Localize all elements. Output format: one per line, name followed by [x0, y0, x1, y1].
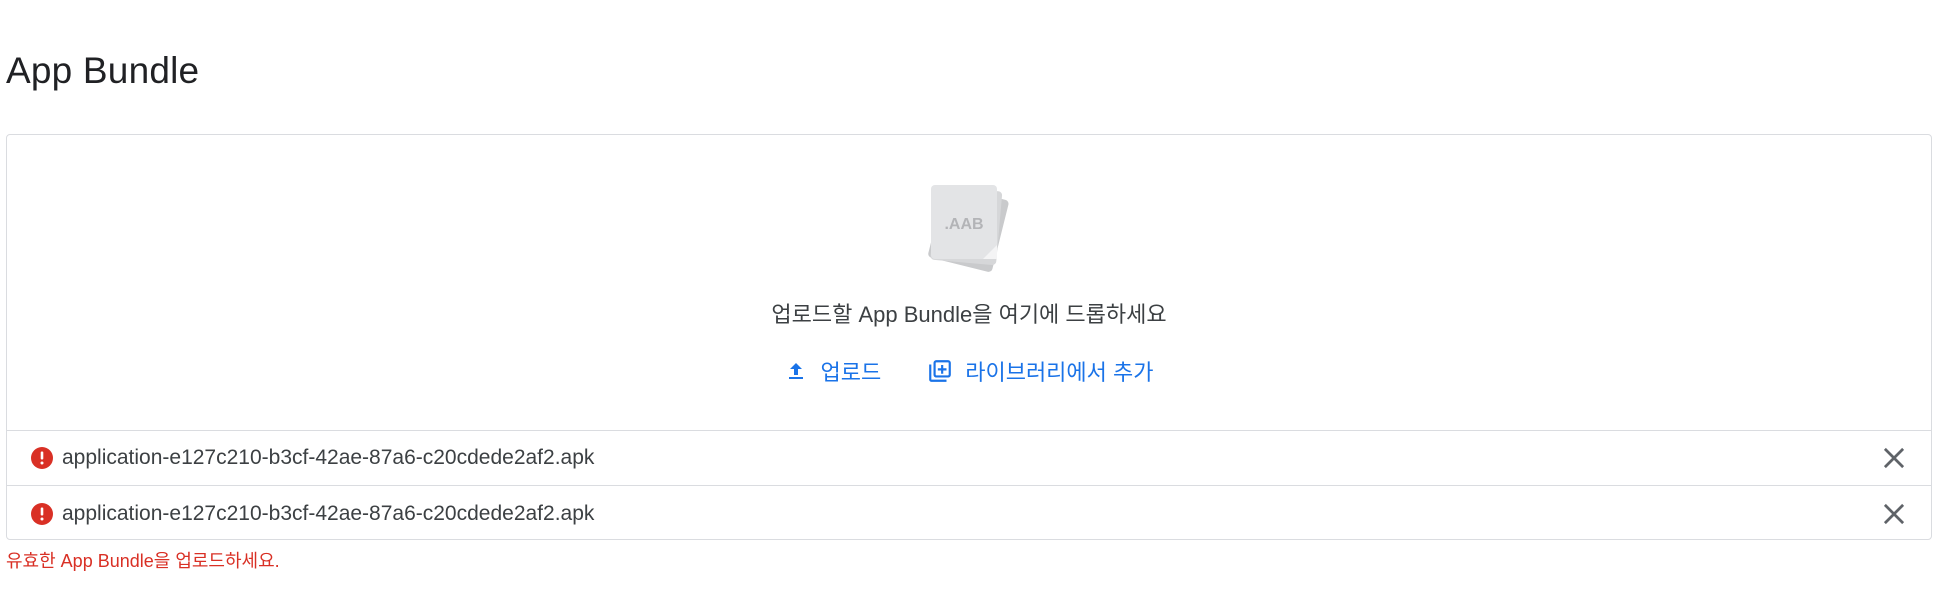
file-name: application-e127c210-b3cf-42ae-87a6-c20c…	[62, 501, 595, 525]
upload-button[interactable]: 업로드	[778, 351, 887, 391]
error-icon	[31, 502, 53, 525]
validation-error-message: 유효한 App Bundle을 업로드하세요.	[6, 551, 280, 571]
add-from-library-label: 라이브러리에서 추가	[965, 360, 1154, 385]
close-icon[interactable]	[1879, 443, 1909, 473]
upload-label: 업로드	[820, 360, 882, 385]
file-row: application-e127c210-b3cf-42ae-87a6-c20c…	[7, 431, 1931, 486]
aab-badge-text: .AAB	[944, 216, 983, 233]
dropzone[interactable]: .AAB 업로드할 App Bundle을 여기에 드롭하세요 업로드 라이브러…	[7, 135, 1931, 431]
drop-instruction: 업로드할 App Bundle을 여기에 드롭하세요	[771, 302, 1167, 327]
library-add-icon	[929, 360, 952, 382]
dropzone-actions: 업로드 라이브러리에서 추가	[7, 351, 1931, 391]
error-icon	[31, 447, 53, 469]
add-from-library-button[interactable]: 라이브러리에서 추가	[921, 351, 1159, 391]
aab-file-icon: .AAB	[928, 185, 1009, 272]
page: App Bundle .AAB 업로드할 App Bundle을 여기에 드롭하…	[0, 0, 1933, 601]
file-name: application-e127c210-b3cf-42ae-87a6-c20c…	[62, 446, 595, 469]
upload-icon	[789, 363, 804, 379]
upload-panel: .AAB 업로드할 App Bundle을 여기에 드롭하세요 업로드 라이브러…	[6, 134, 1932, 540]
page-title: App Bundle	[6, 50, 200, 91]
file-row: application-e127c210-b3cf-42ae-87a6-c20c…	[7, 486, 1931, 541]
close-icon[interactable]	[1879, 499, 1909, 529]
